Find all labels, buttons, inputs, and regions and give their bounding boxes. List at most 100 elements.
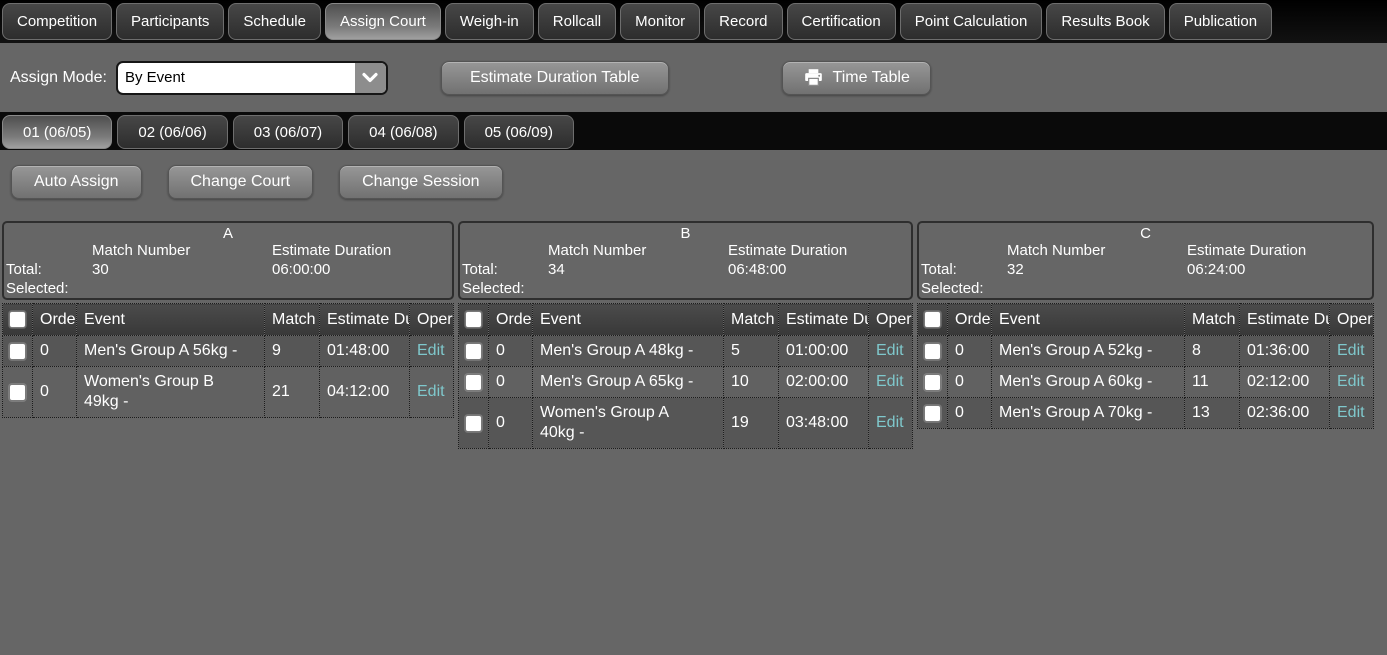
- row-checkbox[interactable]: [924, 405, 941, 422]
- select-all-checkbox[interactable]: [924, 311, 941, 328]
- change-court-button[interactable]: Change Court: [168, 165, 314, 199]
- edit-link[interactable]: Edit: [1337, 373, 1365, 390]
- row-checkbox[interactable]: [465, 374, 482, 391]
- courts: AMatch NumberEstimate DurationTotal:3006…: [2, 221, 1387, 449]
- selected-match-number: [92, 279, 272, 298]
- edit-link[interactable]: Edit: [876, 373, 904, 390]
- spacer-cell: [921, 241, 1007, 260]
- estimate-duration-value: 01:00:00: [779, 336, 869, 367]
- operation-column-header: Operation: [869, 304, 913, 336]
- estimate-duration-value: 02:12:00: [1240, 367, 1330, 398]
- selected-label: Selected:: [921, 279, 1007, 298]
- estimate-column-header: Estimate Duration: [1240, 304, 1330, 336]
- row-checkbox[interactable]: [465, 415, 482, 432]
- estimate-column-header: Estimate Duration: [320, 304, 410, 336]
- estimate-duration-table-button[interactable]: Estimate Duration Table: [441, 61, 669, 95]
- order-column-header: Order: [33, 304, 77, 336]
- nav-tab-schedule[interactable]: Schedule: [228, 3, 321, 40]
- total-label: Total:: [921, 260, 1007, 279]
- selected-estimate-duration: [728, 279, 911, 298]
- date-tab-02-06-06[interactable]: 02 (06/06): [117, 115, 227, 149]
- match-number-value: 5: [724, 336, 779, 367]
- table-header-row: OrderEventMatch NumberEstimate DurationO…: [459, 304, 913, 336]
- nav-tab-point-calculation[interactable]: Point Calculation: [900, 3, 1043, 40]
- date-tab-01-06-05[interactable]: 01 (06/05): [2, 115, 112, 149]
- court-panel-a: AMatch NumberEstimate DurationTotal:3006…: [2, 221, 454, 300]
- row-checkbox[interactable]: [465, 343, 482, 360]
- spacer-cell: [6, 241, 92, 260]
- event-name: Men's Group A 56kg -: [77, 336, 265, 367]
- auto-assign-button[interactable]: Auto Assign: [11, 165, 142, 199]
- time-table-label: Time Table: [833, 69, 910, 87]
- estimate-duration-value: 01:48:00: [320, 336, 410, 367]
- nav-tab-rollcall[interactable]: Rollcall: [538, 3, 616, 40]
- order-column-header: Order: [948, 304, 992, 336]
- estimate-duration-value: 03:48:00: [779, 398, 869, 449]
- date-tab-04-06-08[interactable]: 04 (06/08): [348, 115, 458, 149]
- nav-tab-results-book[interactable]: Results Book: [1046, 3, 1164, 40]
- time-table-button[interactable]: Time Table: [782, 61, 931, 95]
- order-value: 0: [489, 398, 533, 449]
- nav-tab-competition[interactable]: Competition: [2, 3, 112, 40]
- select-all-checkbox[interactable]: [465, 311, 482, 328]
- court-title: B: [460, 225, 911, 242]
- row-checkbox[interactable]: [924, 343, 941, 360]
- total-match-number: 34: [548, 260, 728, 279]
- select-all-checkbox[interactable]: [9, 311, 26, 328]
- nav-tab-record[interactable]: Record: [704, 3, 782, 40]
- event-name: Women's Group B 49kg -: [77, 367, 265, 418]
- nav-tab-participants[interactable]: Participants: [116, 3, 224, 40]
- spacer-cell: [462, 241, 548, 260]
- court-column-c: CMatch NumberEstimate DurationTotal:3206…: [917, 221, 1374, 429]
- estimate-duration-header: Estimate Duration: [272, 241, 452, 260]
- match-number-value: 10: [724, 367, 779, 398]
- total-estimate-duration: 06:00:00: [272, 260, 452, 279]
- match-number-value: 19: [724, 398, 779, 449]
- assign-mode-label: Assign Mode:: [10, 69, 107, 87]
- estimate-duration-value: 02:00:00: [779, 367, 869, 398]
- match-column-header: Match Number: [265, 304, 320, 336]
- edit-link[interactable]: Edit: [1337, 342, 1365, 359]
- match-number-header: Match Number: [1007, 241, 1187, 260]
- edit-link[interactable]: Edit: [417, 383, 445, 400]
- estimate-duration-value: 04:12:00: [320, 367, 410, 418]
- chevron-down-icon[interactable]: [355, 63, 386, 93]
- estimate-column-header: Estimate Duration: [779, 304, 869, 336]
- event-name: Men's Group A 48kg -: [533, 336, 724, 367]
- order-value: 0: [33, 336, 77, 367]
- operation-column-header: Operation: [410, 304, 454, 336]
- event-name: Women's Group A 40kg -: [533, 398, 724, 449]
- edit-link[interactable]: Edit: [1337, 404, 1365, 421]
- main-nav-tabs: CompetitionParticipantsScheduleAssign Co…: [0, 0, 1387, 43]
- edit-link[interactable]: Edit: [876, 342, 904, 359]
- row-checkbox[interactable]: [9, 343, 26, 360]
- nav-tab-publication[interactable]: Publication: [1169, 3, 1272, 40]
- match-number-value: 11: [1185, 367, 1240, 398]
- row-checkbox[interactable]: [924, 374, 941, 391]
- selected-match-number: [548, 279, 728, 298]
- toolbar: Assign Mode: By Event Estimate Duration …: [0, 43, 1387, 112]
- table-row: 0Women's Group B 49kg -2104:12:00Edit: [3, 367, 454, 418]
- table-row: 0Women's Group A 40kg -1903:48:00 Edit: [459, 398, 913, 449]
- nav-tab-assign-court[interactable]: Assign Court: [325, 3, 441, 40]
- change-session-button[interactable]: Change Session: [339, 165, 502, 199]
- nav-tab-certification[interactable]: Certification: [787, 3, 896, 40]
- court-table-a: OrderEventMatch NumberEstimate DurationO…: [2, 303, 454, 418]
- edit-link[interactable]: Edit: [876, 414, 904, 431]
- assign-mode-select[interactable]: By Event: [116, 61, 388, 95]
- table-row: 0Men's Group A 70kg -1302:36:00Edit: [918, 398, 1374, 429]
- event-name: Men's Group A 65kg -: [533, 367, 724, 398]
- court-panel-b: BMatch NumberEstimate DurationTotal:3406…: [458, 221, 913, 300]
- total-label: Total:: [462, 260, 548, 279]
- date-tab-05-06-09[interactable]: 05 (06/09): [464, 115, 574, 149]
- selected-estimate-duration: [272, 279, 452, 298]
- edit-link[interactable]: Edit: [417, 342, 445, 359]
- match-number-value: 21: [265, 367, 320, 418]
- order-column-header: Order: [489, 304, 533, 336]
- estimate-duration-value: 02:36:00: [1240, 398, 1330, 429]
- assign-mode-value: By Event: [118, 69, 185, 86]
- row-checkbox[interactable]: [9, 384, 26, 401]
- nav-tab-monitor[interactable]: Monitor: [620, 3, 700, 40]
- date-tab-03-06-07[interactable]: 03 (06/07): [233, 115, 343, 149]
- nav-tab-weigh-in[interactable]: Weigh-in: [445, 3, 534, 40]
